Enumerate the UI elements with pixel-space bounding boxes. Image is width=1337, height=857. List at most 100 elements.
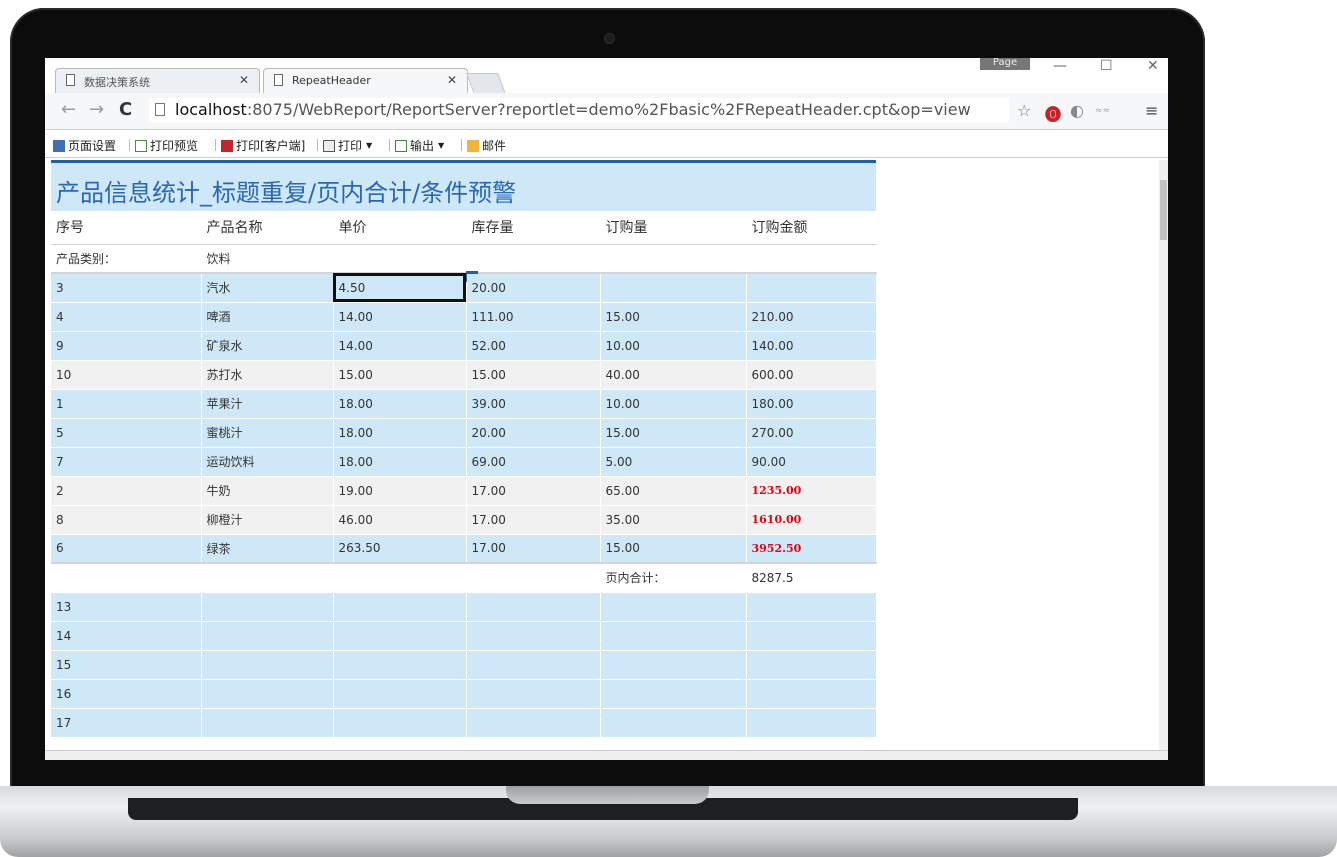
cell-price[interactable]: 18.00 [333, 418, 467, 448]
close-icon[interactable]: ✕ [447, 73, 457, 87]
extension-icon[interactable]: ◐ [1070, 101, 1084, 120]
cell-amount[interactable]: 180.00 [746, 389, 877, 419]
cell-qty[interactable]: 10.00 [600, 389, 747, 419]
cell-stock[interactable]: 15.00 [466, 360, 601, 390]
table-cell[interactable] [333, 592, 467, 622]
cell-name[interactable]: 苏打水 [201, 360, 334, 390]
address-bar[interactable]: localhost:8075/WebReport/ReportServer?re… [149, 98, 1009, 122]
star-icon[interactable]: ☆ [1017, 101, 1031, 120]
cell-no[interactable]: 17 [51, 708, 202, 738]
table-cell[interactable] [201, 621, 334, 651]
cell-qty[interactable] [600, 273, 747, 303]
tab-repeat-header[interactable]: RepeatHeader ✕ [263, 68, 468, 93]
cell-qty[interactable]: 15.00 [600, 418, 747, 448]
cell-qty[interactable]: 15.00 [600, 302, 747, 332]
table-cell[interactable] [466, 650, 601, 680]
email-button[interactable]: 邮件 [467, 137, 506, 154]
table-cell[interactable] [333, 708, 467, 738]
cell-name[interactable]: 柳橙汁 [201, 505, 334, 535]
table-cell[interactable] [333, 621, 467, 651]
table-cell[interactable] [466, 679, 601, 709]
table-cell[interactable] [600, 592, 747, 622]
table-cell[interactable] [201, 650, 334, 680]
cell-no[interactable]: 3 [51, 273, 202, 303]
cell-name[interactable]: 啤酒 [201, 302, 334, 332]
table-cell[interactable] [746, 708, 877, 738]
cell-price[interactable]: 46.00 [333, 505, 467, 535]
cell-name[interactable]: 牛奶 [201, 476, 334, 506]
cell-no[interactable]: 16 [51, 679, 202, 709]
table-cell[interactable] [201, 592, 334, 622]
forward-arrow-icon[interactable]: → [89, 99, 104, 120]
table-cell[interactable] [600, 621, 747, 651]
cell-price[interactable]: 18.00 [333, 447, 467, 477]
cell-amount[interactable]: 270.00 [746, 418, 877, 448]
table-cell[interactable] [600, 679, 747, 709]
cell-amount[interactable]: 140.00 [746, 331, 877, 361]
cell-stock[interactable]: 20.00 [466, 273, 601, 303]
cell-name[interactable]: 汽水 [201, 273, 334, 303]
table-cell[interactable] [466, 621, 601, 651]
cell-qty[interactable]: 15.00 [600, 534, 747, 564]
cell-amount[interactable] [746, 273, 877, 303]
cell-name[interactable]: 蜜桃汁 [201, 418, 334, 448]
tab-decision-system[interactable]: 数据决策系统 ✕ [55, 68, 260, 93]
cell-no[interactable]: 13 [51, 592, 202, 622]
minimize-button[interactable]: — [1053, 58, 1067, 74]
cell-qty[interactable]: 65.00 [600, 476, 747, 506]
table-cell[interactable] [333, 679, 467, 709]
cell-amount[interactable]: 90.00 [746, 447, 877, 477]
cell-no[interactable]: 5 [51, 418, 202, 448]
close-window-button[interactable]: ✕ [1147, 58, 1159, 74]
table-cell[interactable] [600, 650, 747, 680]
cell-no[interactable]: 9 [51, 331, 202, 361]
cell-name[interactable]: 绿茶 [201, 534, 334, 564]
cell-no[interactable]: 7 [51, 447, 202, 477]
cell-stock[interactable]: 17.00 [466, 476, 601, 506]
pinterest-icon[interactable]: ⓿ [1045, 101, 1061, 125]
table-cell[interactable] [746, 592, 877, 622]
back-arrow-icon[interactable]: ← [61, 99, 76, 120]
cell-qty[interactable]: 5.00 [600, 447, 747, 477]
reload-icon[interactable]: C [119, 99, 132, 120]
cell-name[interactable]: 运动饮料 [201, 447, 334, 477]
export-button[interactable]: 输出 ▼ [395, 137, 444, 154]
cell-price[interactable]: 263.50 [333, 534, 467, 564]
cell-amount[interactable]: 1235.00 [746, 476, 877, 506]
cell-price[interactable]: 15.00 [333, 360, 467, 390]
table-cell[interactable] [466, 592, 601, 622]
print-client-button[interactable]: 打印[客户端] [221, 137, 305, 154]
vertical-scrollbar[interactable] [1159, 160, 1168, 750]
cell-price[interactable]: 4.50↘ [333, 271, 478, 303]
table-cell[interactable] [201, 679, 334, 709]
scrollbar-thumb[interactable] [1160, 180, 1167, 240]
cell-name[interactable]: 矿泉水 [201, 331, 334, 361]
cell-no[interactable]: 10 [51, 360, 202, 390]
table-cell[interactable] [746, 621, 877, 651]
cell-stock[interactable]: 17.00 [466, 505, 601, 535]
close-icon[interactable]: ✕ [239, 73, 249, 87]
cell-no[interactable]: 4 [51, 302, 202, 332]
cell-amount[interactable]: 210.00 [746, 302, 877, 332]
cell-qty[interactable]: 35.00 [600, 505, 747, 535]
print-button[interactable]: 打印 ▼ [323, 137, 372, 154]
cell-no[interactable]: 6 [51, 534, 202, 564]
table-cell[interactable] [600, 708, 747, 738]
cell-no[interactable]: 8 [51, 505, 202, 535]
table-cell[interactable] [746, 650, 877, 680]
cell-stock[interactable]: 20.00 [466, 418, 601, 448]
table-cell[interactable] [201, 708, 334, 738]
table-cell[interactable] [333, 650, 467, 680]
cell-qty[interactable]: 10.00 [600, 331, 747, 361]
page-setup-button[interactable]: 页面设置 [53, 137, 116, 154]
cell-stock[interactable]: 39.00 [466, 389, 601, 419]
cell-no[interactable]: 15 [51, 650, 202, 680]
cell-price[interactable]: 14.00 [333, 302, 467, 332]
cell-stock[interactable]: 111.00 [466, 302, 601, 332]
cell-price[interactable]: 18.00 [333, 389, 467, 419]
cell-name[interactable]: 苹果汁 [201, 389, 334, 419]
maximize-button[interactable]: ☐ [1100, 58, 1113, 74]
print-preview-button[interactable]: 打印预览 [135, 137, 198, 154]
cell-qty[interactable]: 40.00 [600, 360, 747, 390]
cell-amount[interactable]: 3952.50 [746, 534, 877, 564]
